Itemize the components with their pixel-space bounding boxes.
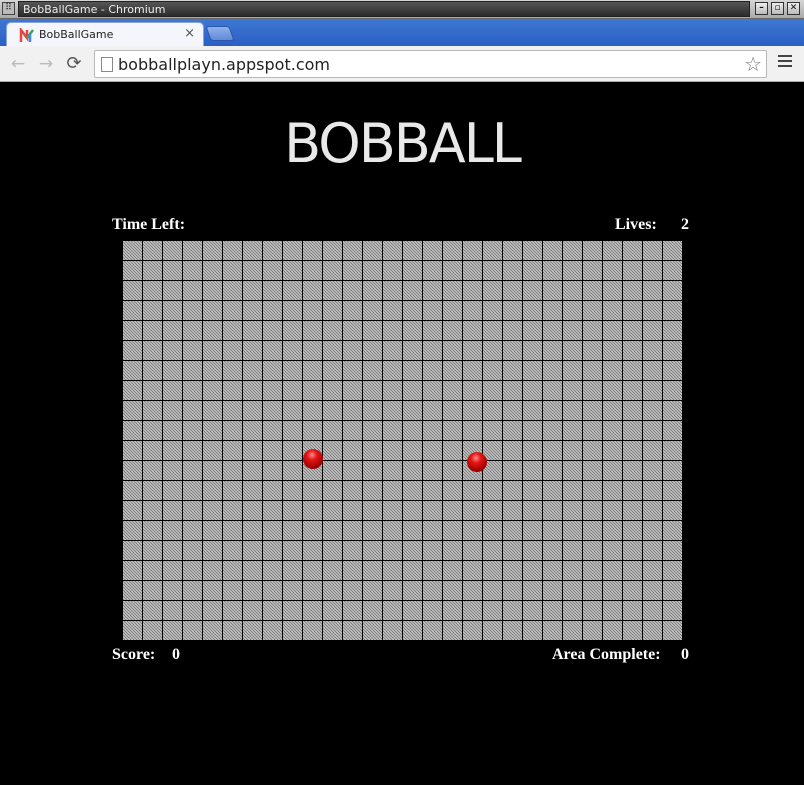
tab-bobballgame[interactable]: BobBallGame ×: [6, 22, 204, 46]
close-tab-icon[interactable]: ×: [184, 26, 195, 41]
minimize-icon[interactable]: –: [755, 2, 768, 15]
red-ball: [467, 452, 487, 472]
time-left-label: Time Left:: [112, 216, 186, 233]
tab-strip: BobBallGame ×: [0, 19, 804, 46]
maximize-icon[interactable]: ▫: [771, 2, 784, 15]
favicon-icon: [19, 28, 34, 42]
close-window-icon[interactable]: ✕: [787, 2, 800, 15]
browser-toolbar: ← → ⟳ bobballplayn.appspot.com ☆: [0, 46, 804, 82]
lives-value: 2: [681, 216, 689, 233]
score-label: Score:: [112, 646, 156, 663]
forward-icon[interactable]: →: [35, 53, 57, 75]
game-board[interactable]: [122, 240, 682, 640]
chrome-menu-icon[interactable]: [778, 55, 792, 71]
red-ball: [303, 449, 323, 469]
tab-title: BobBallGame: [39, 28, 114, 41]
page-icon: [101, 57, 113, 72]
area-complete-value: 0: [681, 646, 689, 663]
lives-label: Lives:: [615, 216, 657, 233]
url-text[interactable]: bobballplayn.appspot.com: [118, 55, 330, 74]
score-value: 0: [172, 646, 180, 663]
reload-icon[interactable]: ⟳: [63, 53, 85, 75]
new-tab-button[interactable]: [205, 26, 235, 41]
window-title: BobBallGame - Chromium: [18, 1, 750, 17]
game-logo: BOBBALL: [284, 112, 522, 175]
back-icon[interactable]: ←: [7, 53, 29, 75]
area-complete-label: Area Complete:: [552, 646, 661, 663]
bookmark-star-icon[interactable]: ☆: [744, 52, 762, 76]
window-titlebar: ⠿ BobBallGame - Chromium – ▫ ✕: [0, 0, 804, 19]
address-bar[interactable]: bobballplayn.appspot.com ☆: [94, 50, 767, 78]
window-menu-icon[interactable]: ⠿: [2, 2, 15, 15]
